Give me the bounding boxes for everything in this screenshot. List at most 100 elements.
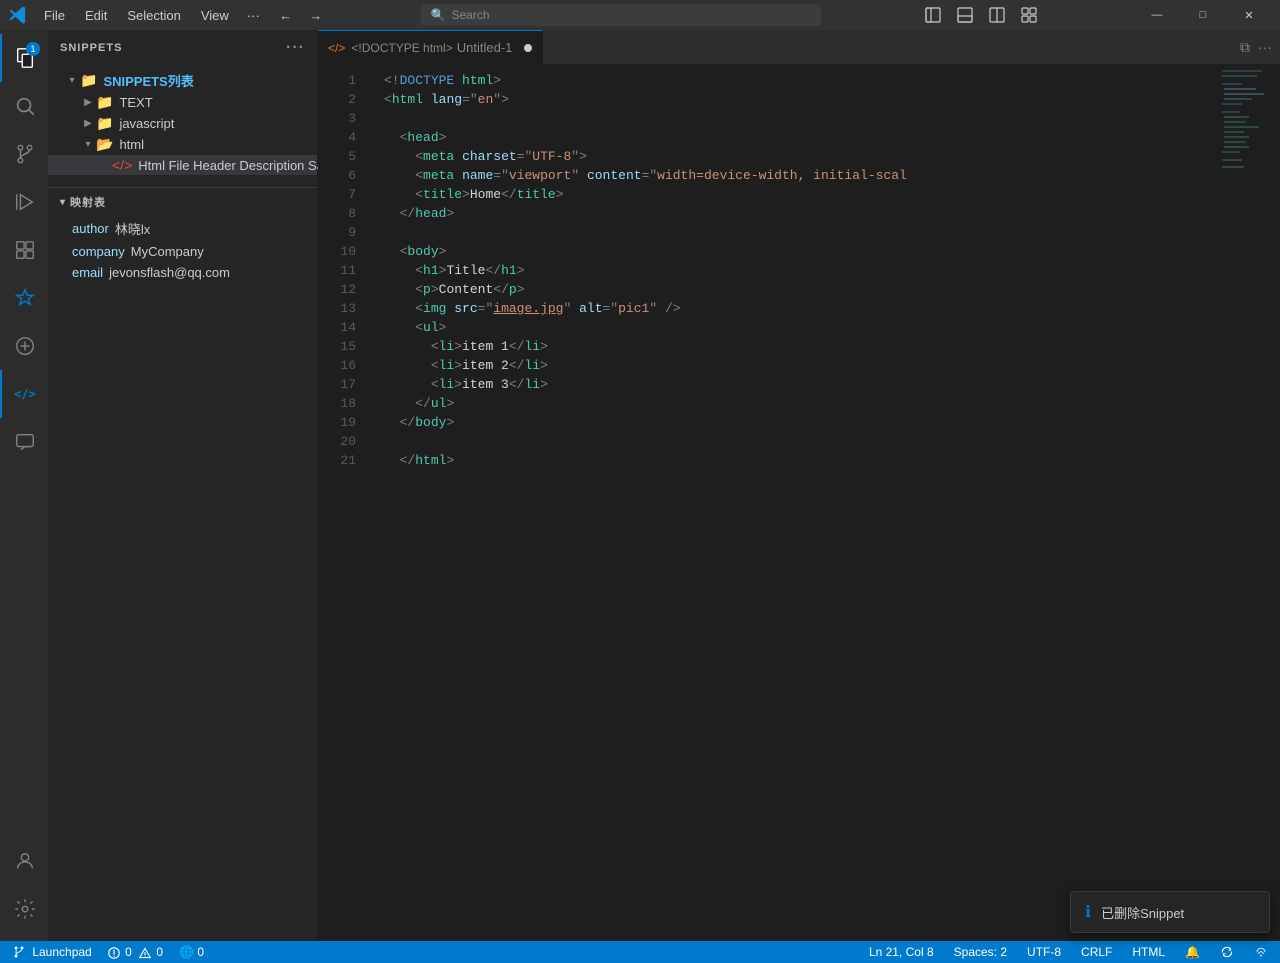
activity-bottom — [0, 837, 48, 941]
back-button[interactable]: ← — [272, 4, 300, 26]
mapping-collapse-arrow-icon: ▾ — [60, 197, 66, 208]
menu-file[interactable]: File — [36, 6, 73, 25]
mapping-key-author: author — [72, 221, 109, 236]
window-controls: — □ ✕ — [1134, 0, 1272, 30]
mapping-section: ▾ 映射表 author 林晓lx company MyCompany emai… — [48, 187, 317, 283]
status-broadcast[interactable] — [1250, 945, 1272, 960]
status-language[interactable]: HTML — [1128, 945, 1169, 959]
activity-explorer[interactable]: 1 — [0, 34, 48, 82]
close-button[interactable]: ✕ — [1226, 0, 1272, 30]
menu-view[interactable]: View — [193, 6, 237, 25]
forward-button[interactable]: → — [302, 4, 330, 26]
notification: ℹ 已删除Snippet — [1070, 891, 1270, 933]
expand-arrow-icon: ▶ — [80, 118, 96, 129]
status-spaces[interactable]: Spaces: 2 — [950, 945, 1011, 959]
tree-item-TEXT[interactable]: ▶ 📁 TEXT — [48, 92, 317, 113]
status-bar-left: Launchpad 0 0 🌐 0 — [8, 945, 208, 960]
folder-open-icon: 📂 — [96, 136, 113, 153]
activity-search[interactable] — [0, 82, 48, 130]
sidebar-title: SNIPPETS — [60, 42, 122, 54]
collapse-arrow-icon: ▾ — [80, 139, 96, 150]
tree-root-label: SNIPPETS列表 — [103, 71, 193, 90]
status-wifi[interactable]: 🌐 0 — [175, 945, 208, 959]
sidebar-header-actions: ··· — [286, 39, 305, 57]
status-bar-right: Ln 21, Col 8 Spaces: 2 UTF-8 CRLF HTML 🔔 — [865, 945, 1272, 960]
editor-content[interactable]: 12345 678910 1112131415 1617181920 21 <!… — [318, 65, 1280, 941]
tree-root[interactable]: ▾ 📁 SNIPPETS列表 — [48, 69, 317, 92]
status-position[interactable]: Ln 21, Col 8 — [865, 945, 938, 959]
mapping-title: 映射表 — [70, 194, 106, 210]
file-tree: ▾ 📁 SNIPPETS列表 ▶ 📁 TEXT ▶ 📁 javascript — [48, 65, 317, 179]
activity-extensions[interactable] — [0, 226, 48, 274]
activity-code-html[interactable]: </> — [0, 370, 48, 418]
collapse-arrow-icon: ▾ — [64, 75, 80, 86]
activity-chat[interactable] — [0, 418, 48, 466]
vscode-logo-icon — [8, 5, 28, 25]
tab-modified-indicator — [524, 44, 532, 52]
status-notifications[interactable]: 🔔 — [1181, 945, 1204, 959]
panel-toggle-button[interactable] — [951, 4, 979, 26]
status-sync[interactable] — [1216, 945, 1238, 960]
tab-doctype-label: <!DOCTYPE html> — [351, 41, 452, 55]
editor-layout-button[interactable] — [983, 4, 1011, 26]
sidebar-more-button[interactable]: ··· — [286, 39, 305, 57]
minimap-content — [1220, 65, 1280, 465]
editor-tab[interactable]: </> <!DOCTYPE html> Untitled-1 — [318, 30, 543, 64]
html-file-icon: </> — [112, 157, 132, 173]
maximize-button[interactable]: □ — [1180, 0, 1226, 30]
folder-icon: 📁 — [96, 115, 113, 132]
status-branch[interactable]: Launchpad — [8, 945, 96, 960]
tree-item-html-label: html — [119, 137, 144, 152]
menu-bar: File Edit Selection View ··· — [36, 6, 266, 25]
tree-item-javascript[interactable]: ▶ 📁 javascript — [48, 113, 317, 134]
customize-layout-button[interactable] — [1015, 4, 1043, 26]
editor-area: </> <!DOCTYPE html> Untitled-1 ⧉ ··· 123… — [318, 30, 1280, 941]
mapping-val-email: jevonsflash@qq.com — [109, 265, 230, 280]
notification-message: 已删除Snippet — [1101, 903, 1184, 922]
activity-snippets[interactable] — [0, 274, 48, 322]
minimap — [1220, 65, 1280, 941]
mapping-val-company: MyCompany — [131, 244, 204, 259]
tree-item-html[interactable]: ▾ 📂 html — [48, 134, 317, 155]
tab-actions: ⧉ ··· — [1232, 30, 1280, 64]
line-numbers: 12345 678910 1112131415 1617181920 21 — [318, 65, 368, 941]
explorer-badge: 1 — [26, 42, 40, 56]
main-area: 1 </> — [0, 30, 1280, 941]
html-tab-icon: </> — [328, 41, 345, 55]
tree-item-TEXT-label: TEXT — [119, 95, 152, 110]
status-errors[interactable]: 0 0 — [104, 945, 167, 959]
status-eol[interactable]: CRLF — [1077, 945, 1116, 959]
tab-filename: Untitled-1 — [457, 40, 513, 55]
activity-bar: 1 </> — [0, 30, 48, 941]
mapping-header[interactable]: ▾ 映射表 — [48, 188, 317, 216]
more-actions-button[interactable]: ··· — [1258, 39, 1272, 55]
minimize-button[interactable]: — — [1134, 0, 1180, 30]
mapping-val-author: 林晓lx — [115, 219, 150, 238]
title-bar: File Edit Selection View ··· ← → 🔍 Searc… — [0, 0, 1280, 30]
mapping-row-email: email jevonsflash@qq.com — [48, 262, 317, 283]
nav-buttons: ← → — [272, 4, 330, 26]
notification-icon: ℹ — [1085, 902, 1091, 922]
mapping-key-company: company — [72, 244, 125, 259]
activity-settings[interactable] — [0, 885, 48, 933]
activity-account[interactable] — [0, 837, 48, 885]
activity-run[interactable] — [0, 178, 48, 226]
tree-item-html-file[interactable]: </> Html File Header Description Sample — [48, 155, 317, 175]
search-bar[interactable]: 🔍 Search — [421, 4, 821, 26]
sidebar-header: SNIPPETS ··· — [48, 30, 317, 65]
menu-selection[interactable]: Selection — [119, 6, 188, 25]
code-editor[interactable]: <!DOCTYPE html> <html lang="en"> <head> … — [368, 65, 1220, 941]
folder-icon: 📁 — [96, 94, 113, 111]
menu-edit[interactable]: Edit — [77, 6, 115, 25]
tree-item-javascript-label: javascript — [119, 116, 174, 131]
expand-arrow-icon: ▶ — [80, 97, 96, 108]
menu-more[interactable]: ··· — [241, 6, 266, 25]
activity-deploy[interactable] — [0, 322, 48, 370]
activity-source-control[interactable] — [0, 130, 48, 178]
split-editor-button[interactable]: ⧉ — [1240, 39, 1250, 56]
status-bar: Launchpad 0 0 🌐 0 Ln 21, Col 8 Spaces: 2… — [0, 941, 1280, 963]
status-encoding[interactable]: UTF-8 — [1023, 945, 1065, 959]
mapping-key-email: email — [72, 265, 103, 280]
tab-bar: </> <!DOCTYPE html> Untitled-1 ⧉ ··· — [318, 30, 1280, 65]
sidebar-toggle-button[interactable] — [919, 4, 947, 26]
